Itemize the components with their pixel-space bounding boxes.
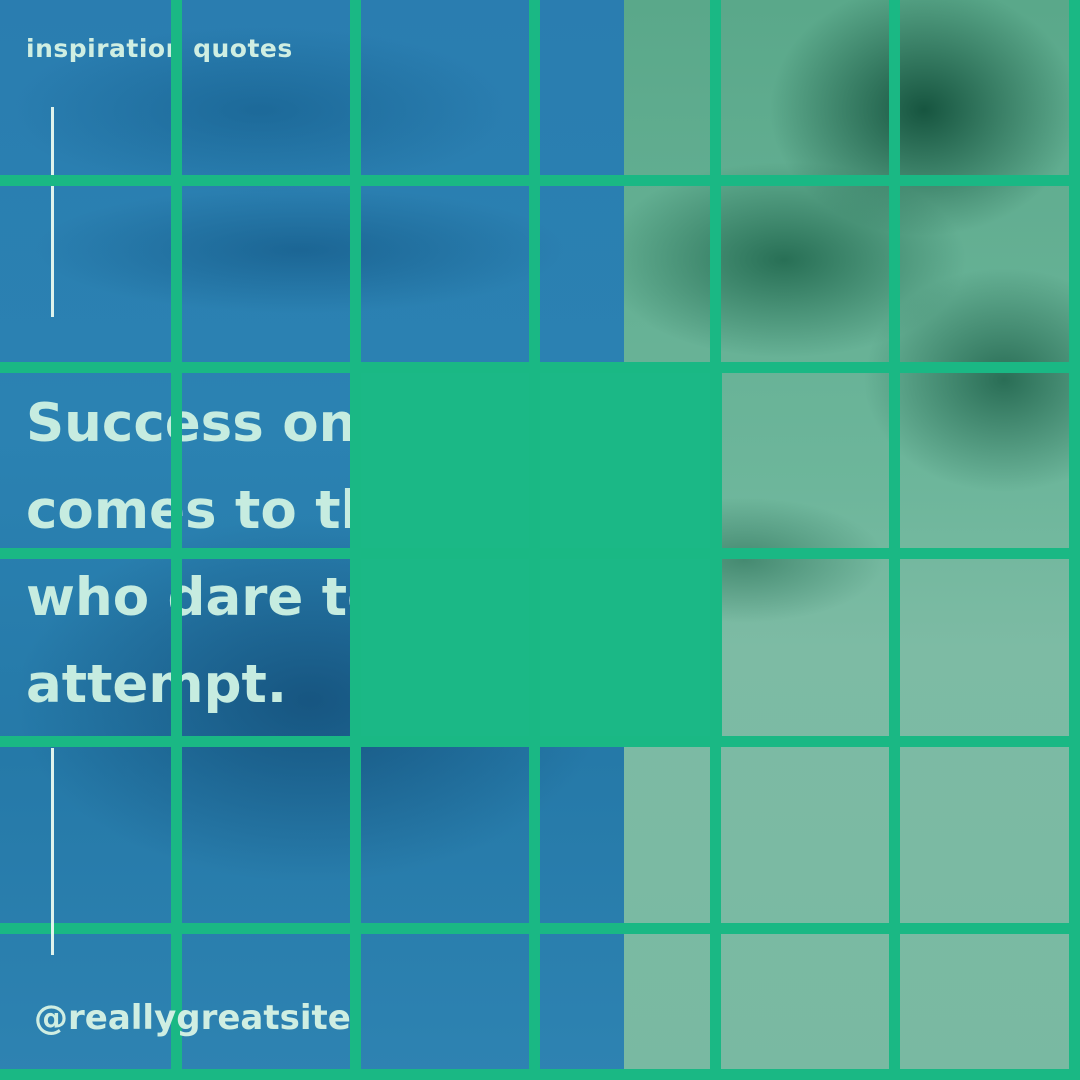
grid-horizontal-line — [0, 175, 1080, 186]
quote-post-canvas: inspiration quotes Success only comes to… — [0, 0, 1080, 1080]
grid-horizontal-line — [0, 736, 1080, 747]
grid-horizontal-line — [0, 548, 1080, 559]
grid-horizontal-line — [0, 1069, 1080, 1080]
grid-vertical-line — [350, 0, 361, 1080]
accent-line-bottom — [51, 748, 54, 955]
website-handle: @reallygreatsite — [34, 998, 351, 1038]
quote-line: attempt. — [26, 654, 288, 715]
grid-vertical-line — [171, 0, 182, 1080]
grid-vertical-line — [710, 0, 721, 1080]
grid-horizontal-line — [0, 923, 1080, 934]
quote-line: who dare to — [26, 567, 350, 628]
grid-vertical-line — [1069, 0, 1080, 1080]
grid-vertical-line — [889, 0, 900, 1080]
quote-line: Success only — [26, 393, 350, 454]
quote-line: comes to those — [26, 480, 350, 541]
accent-line-top — [51, 107, 54, 317]
grid-vertical-line — [529, 0, 540, 1080]
grid-horizontal-line — [0, 362, 1080, 373]
category-tag: inspiration quotes — [26, 34, 293, 63]
